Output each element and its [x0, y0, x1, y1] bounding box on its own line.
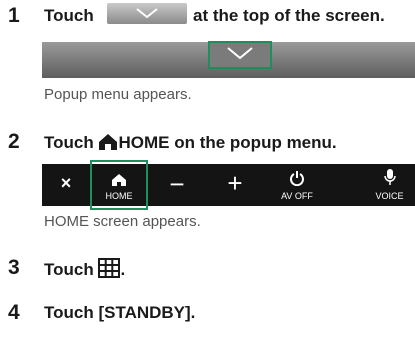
volume-up-button[interactable]: + [206, 164, 264, 206]
step-2-text-after: on the popup menu. [174, 133, 337, 152]
step-1-text-after: at the top of the screen. [193, 6, 385, 25]
chevron-down-icon [227, 47, 253, 60]
step-number: 3 [8, 256, 20, 279]
step-number: 4 [8, 301, 20, 324]
av-off-button[interactable]: AV OFF [264, 164, 330, 206]
voice-button[interactable]: VOICE [364, 164, 415, 206]
av-off-label: AV OFF [281, 191, 313, 201]
step-number: 2 [8, 130, 20, 153]
home-button-highlight [90, 160, 148, 210]
step-1-text-before: Touch [44, 6, 94, 25]
volume-down-button[interactable]: − [148, 164, 206, 206]
step-3-text-before: Touch [44, 260, 94, 279]
minus-icon: − [169, 169, 185, 199]
step-2-bold-word: HOME [118, 133, 170, 152]
plus-icon: + [227, 168, 243, 198]
home-icon [99, 134, 118, 150]
power-icon [290, 171, 304, 186]
step-2-text-before: Touch [44, 133, 94, 152]
chevron-down-icon [136, 8, 158, 19]
grid-icon [98, 258, 121, 278]
popup-tab-button[interactable] [107, 3, 187, 24]
step-1-caption: Popup menu appears. [44, 86, 192, 103]
step-2-text: Touch HOME on the popup menu. [44, 133, 337, 153]
step-2-caption: HOME screen appears. [44, 213, 201, 230]
step-3-text: Touch . [44, 258, 125, 280]
step-4-text: Touch [STANDBY]. [44, 303, 196, 322]
microphone-icon [384, 169, 396, 185]
voice-label: VOICE [375, 191, 404, 201]
popup-tab-highlight[interactable] [208, 41, 272, 69]
close-icon: × [60, 173, 72, 193]
step-3-text-after: . [120, 260, 126, 279]
step-number: 1 [8, 4, 20, 27]
close-button[interactable]: × [42, 164, 90, 206]
